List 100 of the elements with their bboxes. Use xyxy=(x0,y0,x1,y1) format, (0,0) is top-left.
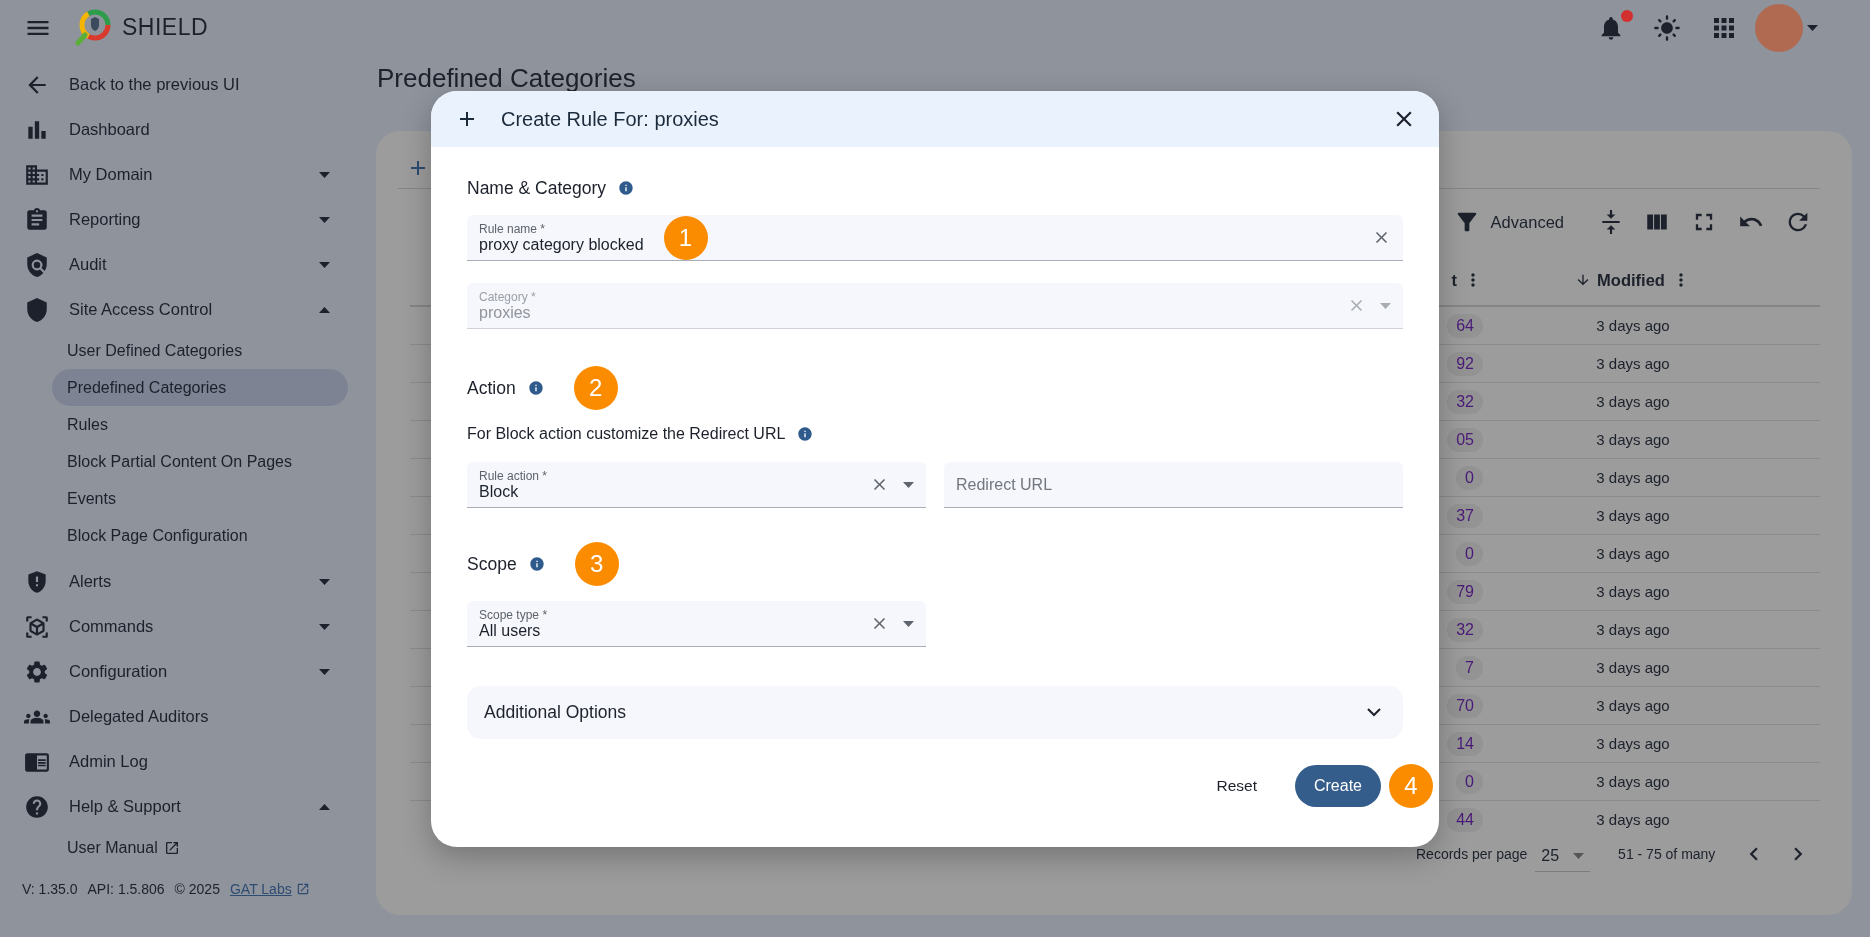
accordion-header[interactable]: Additional Options xyxy=(467,686,1403,739)
company-link[interactable]: GAT Labs xyxy=(229,881,310,897)
info-icon[interactable] xyxy=(528,556,545,572)
sidebar-subitem[interactable]: Rules xyxy=(52,406,348,443)
table-cell-text: 3 days ago xyxy=(1595,355,1671,372)
api-version-text: API: 1.5.806 xyxy=(87,881,165,897)
select-field[interactable]: Rule action * Block xyxy=(467,462,926,508)
sidebar-item[interactable]: Delegated Auditors xyxy=(0,694,370,739)
table-cell-text: 3 days ago xyxy=(1595,659,1671,676)
table-cell-text: 3 days ago xyxy=(1595,773,1671,790)
hint-text: For Block action customize the Redirect URL xyxy=(467,425,786,443)
copyright-text: © 2025 xyxy=(174,881,220,897)
page-range: 51 - 75 of many xyxy=(1618,845,1716,862)
external-link-icon xyxy=(295,882,310,896)
table-cell-text: 3 days ago xyxy=(1595,431,1671,448)
sidebar-subitem[interactable]: User Manual xyxy=(52,829,348,866)
external-link-icon xyxy=(163,839,180,856)
sidebar-item[interactable]: Admin Log xyxy=(0,739,370,784)
table-cell-text: 3 days ago xyxy=(1595,393,1671,410)
shield-icon xyxy=(24,296,50,323)
step-marker: 4 xyxy=(1389,764,1433,808)
dropdown-caret-icon[interactable] xyxy=(903,620,914,627)
table-cell-text: 3 days ago xyxy=(1595,811,1671,828)
sidebar-item[interactable]: Configuration xyxy=(0,649,370,694)
version-text: V: 1.35.0 xyxy=(22,881,78,897)
count-badge: 7 xyxy=(1456,655,1483,680)
section-heading: Scope xyxy=(467,553,517,575)
sidebar-subitem[interactable]: Events xyxy=(52,480,348,517)
chevron-down-icon xyxy=(1367,708,1381,717)
caret-icon[interactable] xyxy=(1807,24,1818,31)
table-cell-text: 3 days ago xyxy=(1595,317,1671,334)
count-badge: 05 xyxy=(1447,427,1483,452)
shield-search-icon xyxy=(24,251,50,278)
table-cell-text: 3 days ago xyxy=(1595,583,1671,600)
column-header[interactable]: Modified xyxy=(1483,270,1783,290)
count-badge: 92 xyxy=(1447,351,1483,376)
brightness-button[interactable] xyxy=(1653,13,1681,42)
reset-button[interactable]: Reset xyxy=(1204,767,1269,805)
count-badge: 79 xyxy=(1447,579,1483,604)
sidebar-item[interactable]: Back to the previous UI xyxy=(0,62,370,107)
caret-up-icon xyxy=(319,306,330,313)
count-badge: 32 xyxy=(1447,389,1483,414)
dropdown-caret-icon xyxy=(1573,853,1585,859)
step-marker: 2 xyxy=(573,366,618,410)
sidebar-item[interactable]: Alerts xyxy=(0,559,370,604)
caret-down-icon xyxy=(319,216,330,223)
caret-down-icon xyxy=(319,578,330,585)
table-cell-text: 3 days ago xyxy=(1595,735,1671,752)
sidebar-item[interactable]: Dashboard xyxy=(0,107,370,152)
section-heading: Name & Category xyxy=(467,177,607,199)
advanced-filter-button[interactable]: Advanced xyxy=(1452,208,1564,236)
text-field[interactable]: Rule name * proxy category blocked 1 xyxy=(467,215,1403,261)
count-badge: 32 xyxy=(1447,617,1483,642)
info-icon[interactable] xyxy=(797,426,814,442)
text-field[interactable]: Redirect URL xyxy=(944,462,1403,508)
sidebar-subitem[interactable]: Predefined Categories xyxy=(52,369,348,406)
table-cell-text: 3 days ago xyxy=(1595,507,1671,524)
sidebar-item[interactable]: Site Access Control xyxy=(0,287,370,332)
step-marker: 1 xyxy=(663,215,708,260)
count-badge: 0 xyxy=(1456,465,1483,490)
count-badge: 0 xyxy=(1456,541,1483,566)
sidebar-item[interactable]: Help & Support xyxy=(0,784,370,829)
sidebar-item[interactable]: Commands xyxy=(0,604,370,649)
dialog-title: Create Rule For: proxies xyxy=(501,107,719,131)
column-header[interactable]: t xyxy=(1411,270,1483,290)
page-title: Predefined Categories xyxy=(377,63,637,94)
logo-icon xyxy=(74,7,112,48)
table-cell-text: 3 days ago xyxy=(1595,697,1671,714)
sidebar-item[interactable]: Reporting xyxy=(0,197,370,242)
count-badge: 64 xyxy=(1447,313,1483,338)
caret-down-icon xyxy=(319,668,330,675)
sidebar-item[interactable]: My Domain xyxy=(0,152,370,197)
sidebar-subitem[interactable]: Block Partial Content On Pages xyxy=(52,443,348,480)
count-badge: 14 xyxy=(1447,731,1483,756)
sidebar-item[interactable]: Audit xyxy=(0,242,370,287)
count-badge: 0 xyxy=(1456,769,1483,794)
table-cell-text: 3 days ago xyxy=(1595,621,1671,638)
sidebar-subitem[interactable]: Block Page Configuration xyxy=(52,517,348,554)
page-size-select[interactable]: 25 xyxy=(1535,847,1591,872)
count-badge: 37 xyxy=(1447,503,1483,528)
caret-down-icon xyxy=(319,261,330,268)
cube-icon xyxy=(24,613,50,640)
app-name: SHIELD xyxy=(122,14,209,41)
caret-down-icon xyxy=(319,171,330,178)
table-cell-text: 3 days ago xyxy=(1595,545,1671,562)
help-icon xyxy=(24,793,50,820)
pager-label: Records per page xyxy=(1416,845,1528,862)
table-cell-text: 3 days ago xyxy=(1595,469,1671,486)
info-icon[interactable] xyxy=(618,180,635,196)
step-marker: 3 xyxy=(574,542,619,586)
dropdown-caret-icon[interactable] xyxy=(903,481,914,488)
select-field[interactable]: Scope type * All users xyxy=(467,601,926,647)
info-icon[interactable] xyxy=(527,380,544,396)
sidebar-subitem[interactable]: User Defined Categories xyxy=(52,332,348,369)
caret-down-icon xyxy=(319,623,330,630)
create-button[interactable]: Create xyxy=(1295,765,1381,807)
count-badge: 70 xyxy=(1447,693,1483,718)
caret-up-icon xyxy=(319,803,330,810)
section-heading: Action xyxy=(467,377,516,399)
clipboard-icon xyxy=(24,206,50,233)
